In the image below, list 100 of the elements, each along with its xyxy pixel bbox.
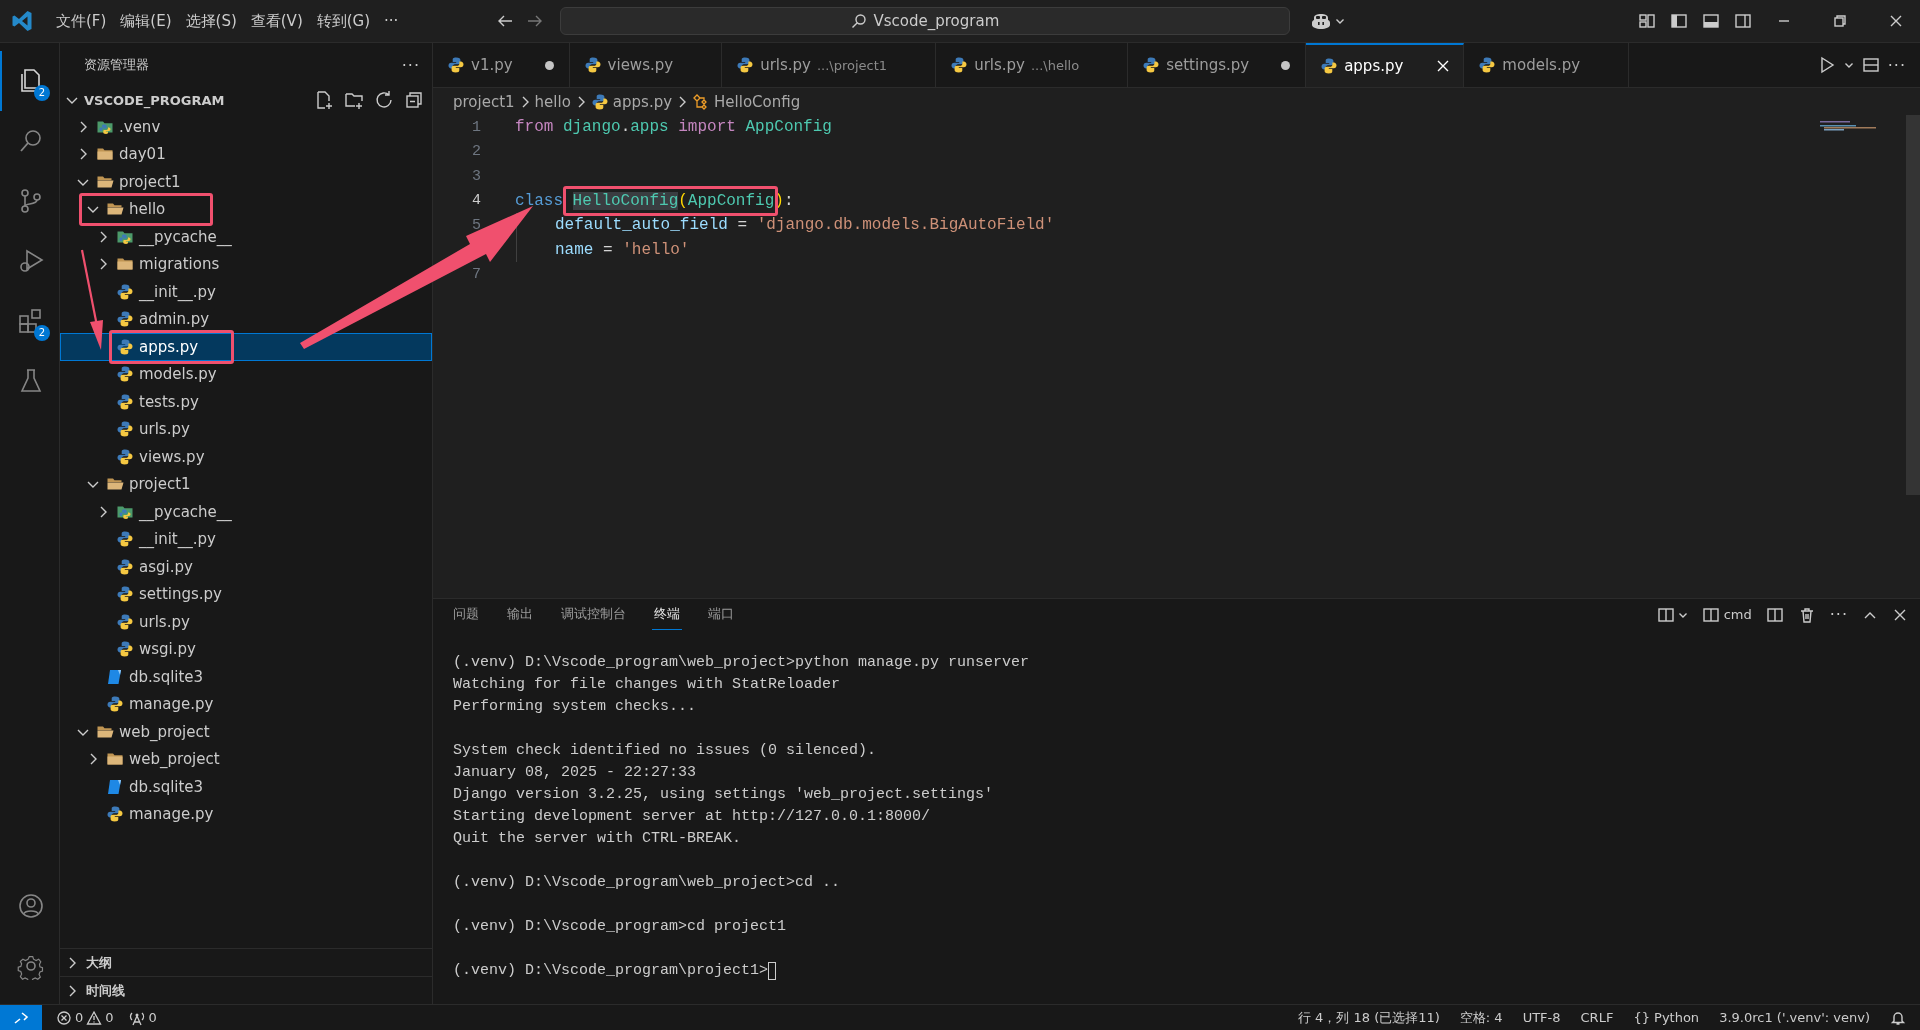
- tree-item[interactable]: web_project: [60, 745, 432, 773]
- code-token: :: [783, 191, 794, 210]
- breadcrumb-item[interactable]: HelloConfig: [692, 92, 801, 111]
- tree-item[interactable]: db.sqlite3: [60, 663, 432, 691]
- status-item[interactable]: 3.9.0rc1 ('.venv': venv): [1719, 1010, 1870, 1025]
- bell-icon[interactable]: [1890, 1009, 1906, 1026]
- layout-icon[interactable]: [1638, 12, 1656, 30]
- tree-item[interactable]: day01: [60, 140, 432, 168]
- tree-item[interactable]: admin.py: [60, 305, 432, 333]
- status-item[interactable]: 行 4，列 18 (已选择11): [1297, 1008, 1440, 1027]
- python-file-icon: [1142, 56, 1161, 74]
- code-token: name: [555, 240, 594, 259]
- python-file-icon: [106, 695, 124, 714]
- tree-item[interactable]: models.py: [60, 360, 432, 388]
- panel-toggle-icon[interactable]: [1702, 12, 1720, 30]
- tree-item[interactable]: __init__.py: [60, 525, 432, 553]
- tree-item[interactable]: settings.py: [60, 580, 432, 608]
- code-token: AppConfig: [687, 191, 775, 210]
- terminal-name[interactable]: cmd: [1701, 605, 1752, 624]
- more-button[interactable]: ···: [1887, 55, 1906, 75]
- code-token: class: [515, 191, 564, 210]
- code-token: default_auto_field: [555, 216, 728, 235]
- tree-item[interactable]: __pycache__: [60, 498, 432, 526]
- tab-path: ...\hello: [1030, 57, 1080, 73]
- tree-item[interactable]: tests.py: [60, 388, 432, 416]
- tree-item[interactable]: views.py: [60, 443, 432, 471]
- count-badge: 2: [34, 325, 50, 341]
- menu-item[interactable]: 查看(V): [244, 7, 309, 35]
- panel-tab[interactable]: 端口: [706, 599, 736, 630]
- terminal-line: Django version 3.2.25, using settings 'web_project.settings': [453, 785, 994, 805]
- menu-item[interactable]: 转到(G): [310, 7, 377, 35]
- tree-item[interactable]: manage.py: [60, 800, 432, 828]
- close-icon[interactable]: [1888, 13, 1904, 29]
- tree-item[interactable]: .venv: [60, 113, 432, 141]
- status-item[interactable]: UTF-8: [1522, 1010, 1561, 1025]
- ports-indicator[interactable]: 0: [127, 1009, 157, 1026]
- code-token: .: [620, 118, 631, 137]
- status-item[interactable]: {} Python: [1633, 1010, 1700, 1025]
- caret-icon: [1335, 16, 1346, 26]
- terminal-line: January 08, 2025 - 22:27:33: [453, 763, 697, 783]
- secondary-sidebar-icon[interactable]: [1734, 12, 1752, 30]
- python-file-icon: [116, 557, 134, 576]
- tree-item[interactable]: apps.py: [60, 333, 432, 361]
- panel-tab[interactable]: 问题: [451, 599, 481, 630]
- tree-item[interactable]: asgi.py: [60, 553, 432, 581]
- caret-icon[interactable]: [1843, 60, 1854, 70]
- new-folder-icon[interactable]: [344, 90, 364, 110]
- split-editor-icon[interactable]: [1861, 56, 1880, 74]
- menu-item[interactable]: 编辑(E): [114, 7, 178, 35]
- new-file-icon[interactable]: [314, 90, 334, 110]
- more-button[interactable]: ···: [401, 55, 420, 75]
- tree-item[interactable]: db.sqlite3: [60, 773, 432, 801]
- python-file-icon: [950, 56, 969, 74]
- folder-header[interactable]: VSCODE_PROGRAM: [60, 92, 225, 108]
- section-header[interactable]: 大纲: [60, 948, 432, 976]
- tree-item[interactable]: __pycache__: [60, 223, 432, 251]
- search-field[interactable]: Vscode_program: [560, 7, 1291, 35]
- python-file-icon: [116, 585, 134, 604]
- tree-item[interactable]: project1: [60, 168, 432, 196]
- tree-item[interactable]: urls.py: [60, 415, 432, 443]
- remote-button[interactable]: [0, 1005, 42, 1030]
- tab-path: ...\project1: [816, 57, 888, 73]
- menu-item[interactable]: ···: [378, 7, 405, 35]
- editor-tab[interactable]: apps.py: [1306, 43, 1465, 87]
- menu-item[interactable]: 选择(S): [179, 7, 243, 35]
- tree-item[interactable]: hello: [60, 195, 432, 223]
- tree-item[interactable]: manage.py: [60, 690, 432, 718]
- line-number: 3: [471, 167, 481, 185]
- new-terminal-icon[interactable]: [1656, 605, 1675, 624]
- panel-tab[interactable]: 调试控制台: [559, 599, 628, 630]
- panel-tab[interactable]: 终端: [652, 599, 682, 630]
- refresh-icon[interactable]: [374, 90, 394, 110]
- problems-indicator[interactable]: 0 0: [56, 1009, 114, 1026]
- more-button[interactable]: ···: [1829, 605, 1848, 624]
- tree-item[interactable]: wsgi.py: [60, 635, 432, 663]
- text-cursor: [768, 962, 777, 980]
- collapse-all-icon[interactable]: [404, 90, 424, 110]
- panel-tab[interactable]: 输出: [505, 599, 535, 630]
- code-token: =: [602, 240, 614, 259]
- tree-item[interactable]: project1: [60, 470, 432, 498]
- python-file-icon: [583, 56, 602, 74]
- code-token: django: [563, 118, 621, 137]
- menu-item[interactable]: 文件(F): [50, 7, 113, 35]
- restore-icon[interactable]: [1832, 13, 1848, 29]
- terminal-line: Watching for file changes with StatReloader: [453, 675, 841, 695]
- tab-label: urls.py: [760, 56, 811, 74]
- tree-item[interactable]: __init__.py: [60, 278, 432, 306]
- code-token: 'hello': [622, 240, 690, 259]
- split-terminal-icon[interactable]: [1765, 605, 1784, 624]
- breadcrumb-item[interactable]: apps.py: [590, 92, 673, 111]
- tree-item[interactable]: web_project: [60, 718, 432, 746]
- primary-sidebar-icon[interactable]: [1670, 12, 1688, 30]
- breadcrumb-item[interactable]: hello: [534, 92, 571, 111]
- account-icon[interactable]: [16, 892, 45, 920]
- database-file-icon: [106, 667, 124, 686]
- breadcrumb-item[interactable]: project1: [453, 92, 515, 111]
- status-item[interactable]: 空格: 4: [1459, 1008, 1503, 1027]
- status-item[interactable]: CRLF: [1580, 1010, 1614, 1025]
- tree-item[interactable]: urls.py: [60, 608, 432, 636]
- tree-item[interactable]: migrations: [60, 250, 432, 278]
